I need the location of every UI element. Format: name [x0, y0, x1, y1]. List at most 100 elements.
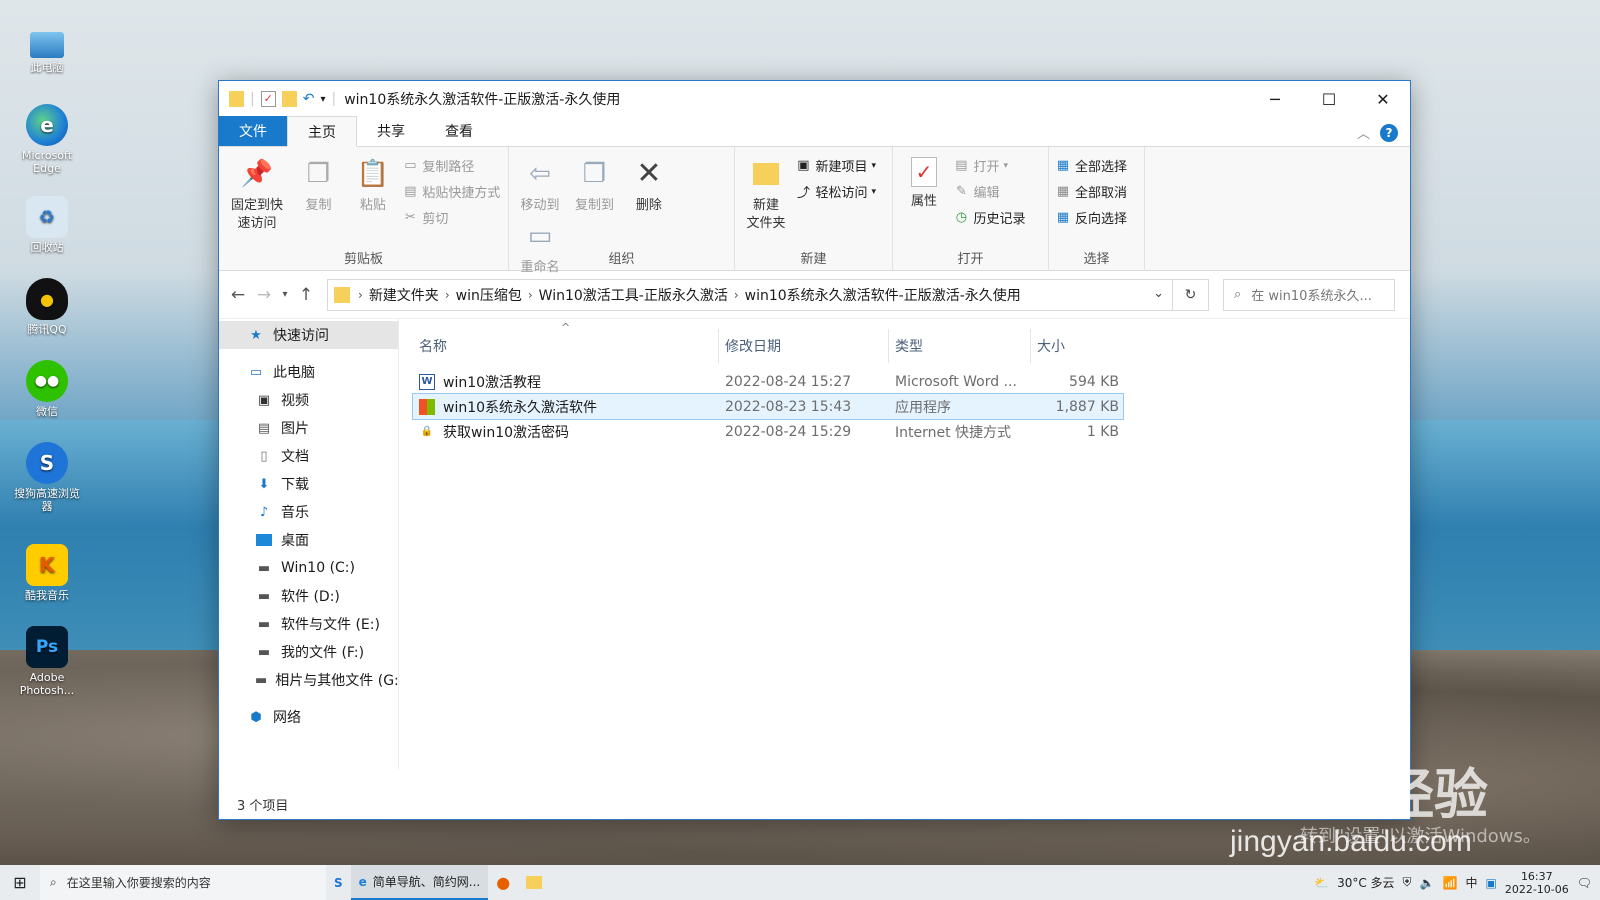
desktop-icon-sogou-browser[interactable]: S 搜狗高速浏览器 — [14, 442, 80, 513]
ribbon-tabs: 文件 主页 共享 查看 ︿ ? — [219, 116, 1410, 147]
refresh-button[interactable]: ↻ — [1173, 278, 1209, 311]
breadcrumb-item[interactable]: Win10激活工具-正版永久激活 — [533, 285, 734, 305]
properties-button[interactable]: ✓ 属性 — [899, 153, 949, 211]
desktop-icon-photoshop[interactable]: Ps Adobe Photosh... — [14, 626, 80, 697]
taskbar-edge-window[interactable]: e 简单导航、简约网... — [350, 865, 489, 900]
open-button[interactable]: ▤ 打开 ▾ — [953, 155, 1025, 176]
desktop-icon-this-pc[interactable]: 此电脑 — [14, 24, 80, 74]
delete-button[interactable]: ✕ 删除 — [624, 153, 674, 215]
nav-item-videos[interactable]: ▣ 视频 — [219, 386, 398, 414]
file-row[interactable]: win10系统永久激活软件 2022-08-23 15:43 应用程序 1,88… — [412, 393, 1124, 420]
taskbar-firefox[interactable]: ● — [488, 865, 518, 900]
desktop-icon-wechat[interactable]: ●● 微信 — [14, 360, 80, 418]
nav-item-downloads[interactable]: ⬇ 下载 — [219, 470, 398, 498]
history-label: 历史记录 — [973, 212, 1026, 227]
new-folder-icon[interactable] — [281, 91, 297, 107]
nav-item-quick-access[interactable]: ★ 快速访问 — [219, 321, 398, 349]
nav-item-pictures[interactable]: ▤ 图片 — [219, 414, 398, 442]
desktop-icon-edge[interactable]: e Microsoft Edge — [14, 104, 80, 175]
taskbar-sogou-browser[interactable]: S — [326, 865, 351, 900]
new-item-button[interactable]: ▣ 新建项目 ▾ — [795, 155, 876, 176]
wifi-icon[interactable]: 📶 — [1443, 876, 1458, 890]
easy-access-button[interactable]: ⤴ 轻松访问 ▾ — [795, 181, 876, 202]
copy-button[interactable]: ❐ 复制 — [293, 153, 343, 215]
folder-icon — [526, 876, 543, 889]
move-to-button[interactable]: ⇦ 移动到 — [515, 153, 565, 215]
move-to-icon: ⇦ — [529, 159, 551, 189]
pin-quick-access-button[interactable]: 📌 固定到快 速访问 — [225, 153, 289, 233]
undo-icon[interactable]: ↶ — [303, 91, 315, 107]
desktop-icon-recycle-bin[interactable]: ♻ 回收站 — [14, 196, 80, 254]
paste-shortcut-label: 粘贴快捷方式 — [422, 186, 501, 201]
close-button[interactable]: ✕ — [1356, 81, 1410, 117]
up-button[interactable]: ↑ — [293, 285, 319, 305]
taskbar-search-input[interactable]: ⌕ 在这里输入你要搜索的内容 — [40, 865, 326, 900]
breadcrumb-item[interactable]: win压缩包 — [450, 285, 528, 305]
paste-button[interactable]: 📋 粘贴 — [348, 153, 398, 215]
copy-to-button[interactable]: ❐ 复制到 — [569, 153, 619, 215]
back-button[interactable]: ← — [225, 285, 251, 305]
chevron-down-icon[interactable]: ⌄ — [1153, 286, 1164, 301]
column-header-name[interactable]: 名称 — [413, 329, 719, 363]
nav-item-drive-f[interactable]: ▬ 我的文件 (F:) — [219, 638, 398, 666]
column-header-type[interactable]: 类型 — [889, 329, 1031, 363]
cut-button[interactable]: ✂ 剪切 — [402, 207, 500, 228]
history-button[interactable]: ◷ 历史记录 — [953, 207, 1026, 228]
nav-item-drive-e[interactable]: ▬ 软件与文件 (E:) — [219, 610, 398, 638]
nav-item-drive-d[interactable]: ▬ 软件 (D:) — [219, 582, 398, 610]
select-none-button[interactable]: ▦ 全部取消 — [1055, 181, 1127, 202]
invert-selection-button[interactable]: ▦ 反向选择 — [1055, 207, 1127, 228]
file-row[interactable]: Wwin10激活教程 2022-08-24 15:27 Microsoft Wo… — [413, 369, 1410, 394]
tab-view[interactable]: 查看 — [425, 116, 493, 146]
select-all-button[interactable]: ▦ 全部选择 — [1055, 155, 1127, 176]
security-icon[interactable]: ⛨ — [1403, 875, 1412, 890]
search-input[interactable]: ⌕ 在 win10系统永久... — [1223, 278, 1395, 311]
nav-item-music[interactable]: ♪ 音乐 — [219, 498, 398, 526]
nav-item-label: 下载 — [281, 477, 309, 493]
forward-button[interactable]: → — [251, 285, 277, 305]
nav-item-drive-g[interactable]: ▬ 相片与其他文件 (G: — [219, 666, 398, 694]
maximize-button[interactable]: ☐ — [1302, 81, 1356, 117]
volume-icon[interactable]: 🔈 — [1420, 876, 1435, 890]
breadcrumb-item[interactable]: win10系统永久激活软件-正版激活-永久使用 — [739, 285, 1027, 305]
desktop-icon-label: 微信 — [36, 405, 58, 418]
new-folder-button[interactable]: 新建 文件夹 — [741, 153, 791, 233]
file-row[interactable]: 🔒 获取win10激活密码 2022-08-24 15:29 Internet 快… — [413, 419, 1410, 444]
tray-app-icon[interactable]: ▣ — [1485, 876, 1496, 890]
start-button[interactable]: ⊞ — [0, 865, 40, 900]
recent-locations-button[interactable]: ▾ — [277, 289, 293, 300]
collapse-ribbon-icon[interactable]: ︿ — [1357, 123, 1370, 142]
minimize-button[interactable]: ─ — [1248, 81, 1302, 117]
rename-button[interactable]: ▭ 重命名 — [515, 215, 565, 277]
new-folder-label-line2: 文件夹 — [746, 216, 786, 231]
column-header-size[interactable]: 大小 — [1031, 329, 1123, 363]
tab-file[interactable]: 文件 — [219, 116, 287, 146]
copy-path-button[interactable]: ▭ 复制路径 — [402, 155, 500, 176]
file-name: 获取win10激活密码 — [443, 424, 570, 441]
wechat-icon: ●● — [26, 360, 68, 402]
weather-text[interactable]: 30°C 多云 — [1337, 874, 1394, 891]
tab-share[interactable]: 共享 — [357, 116, 425, 146]
ime-indicator[interactable]: 中 — [1465, 874, 1477, 891]
column-header-date[interactable]: 修改日期 — [719, 329, 889, 363]
notification-icon[interactable]: 🗨 — [1577, 876, 1592, 890]
chevron-down-icon[interactable]: ▾ — [320, 94, 325, 105]
easy-access-label: 轻松访问 — [815, 186, 868, 201]
nav-item-documents[interactable]: ▯ 文档 — [219, 442, 398, 470]
desktop-icon-qq[interactable]: ● 腾讯QQ — [14, 278, 80, 336]
nav-item-network[interactable]: ⬢ 网络 — [219, 703, 398, 731]
address-bar[interactable]: › 新建文件夹 › win压缩包 › Win10激活工具-正版永久激活 › wi… — [327, 278, 1173, 311]
paste-shortcut-button[interactable]: ▤ 粘贴快捷方式 — [402, 181, 500, 202]
edit-button[interactable]: ✎ 编辑 — [953, 181, 1025, 202]
nav-item-desktop[interactable]: 桌面 — [219, 526, 398, 554]
clock[interactable]: 16:37 2022-10-06 — [1505, 870, 1569, 896]
nav-item-drive-c[interactable]: ▬ Win10 (C:) — [219, 554, 398, 582]
pin-label-line2: 速访问 — [237, 216, 277, 231]
tab-home[interactable]: 主页 — [287, 116, 357, 147]
help-button[interactable]: ? — [1380, 124, 1398, 142]
properties-icon[interactable]: ✓ — [260, 91, 276, 107]
nav-item-this-pc[interactable]: ▭ 此电脑 — [219, 358, 398, 386]
breadcrumb-item[interactable]: 新建文件夹 — [363, 285, 445, 305]
desktop-icon-kuwo-music[interactable]: K 酷我音乐 — [14, 544, 80, 602]
taskbar-file-explorer[interactable] — [518, 865, 550, 900]
